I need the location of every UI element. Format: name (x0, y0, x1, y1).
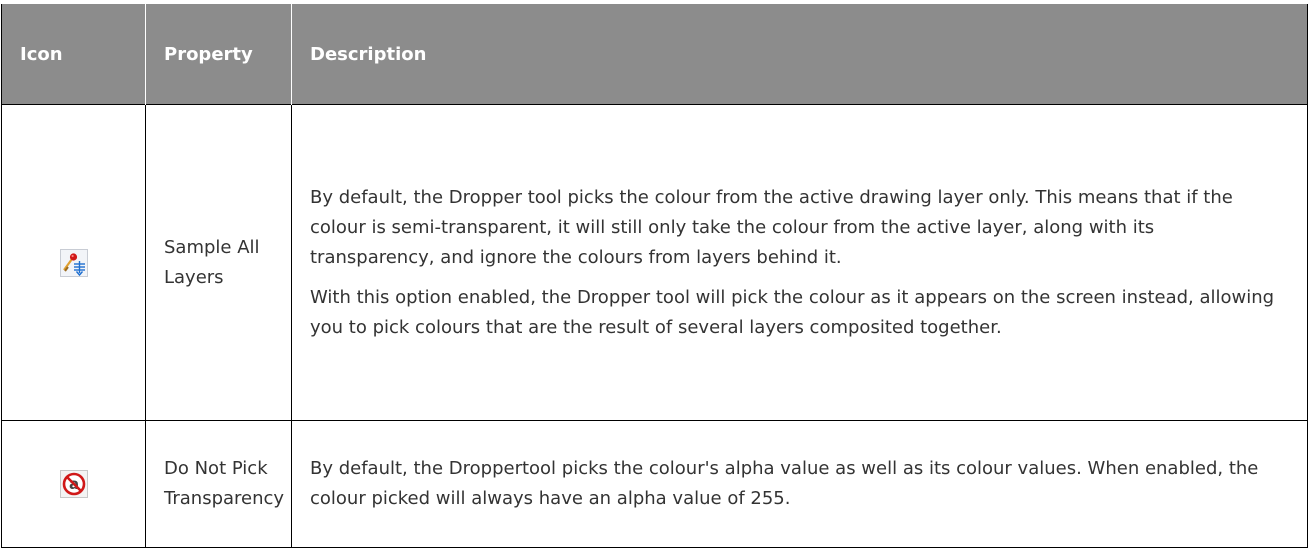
dropper-sample-all-layers-icon (59, 248, 88, 277)
description-paragraph: By default, the Droppertool picks the co… (310, 458, 1259, 509)
header-property: Property (145, 4, 292, 105)
property-name: Sample All Layers (145, 104, 292, 421)
description-paragraph: By default, the Dropper tool picks the c… (310, 186, 1233, 268)
description-cell: By default, the Droppertool picks the co… (291, 420, 1308, 548)
properties-table: Icon Property Description Sample All Lay… (1, 4, 1308, 548)
description-paragraph: With this option enabled, the Dropper to… (310, 286, 1275, 338)
table-row: a Do Not Pick Transparency By default, t… (1, 420, 1308, 548)
do-not-pick-transparency-icon: a (59, 470, 88, 498)
table-row: Sample All Layers By default, the Droppe… (1, 104, 1308, 421)
header-icon: Icon (1, 4, 146, 105)
table-header-row: Icon Property Description (1, 4, 1308, 105)
description-cell: By default, the Dropper tool picks the c… (291, 104, 1308, 421)
header-description: Description (291, 4, 1308, 105)
property-name: Do Not Pick Transparency (145, 420, 292, 548)
icon-cell: a (1, 420, 146, 548)
icon-cell (1, 104, 146, 421)
